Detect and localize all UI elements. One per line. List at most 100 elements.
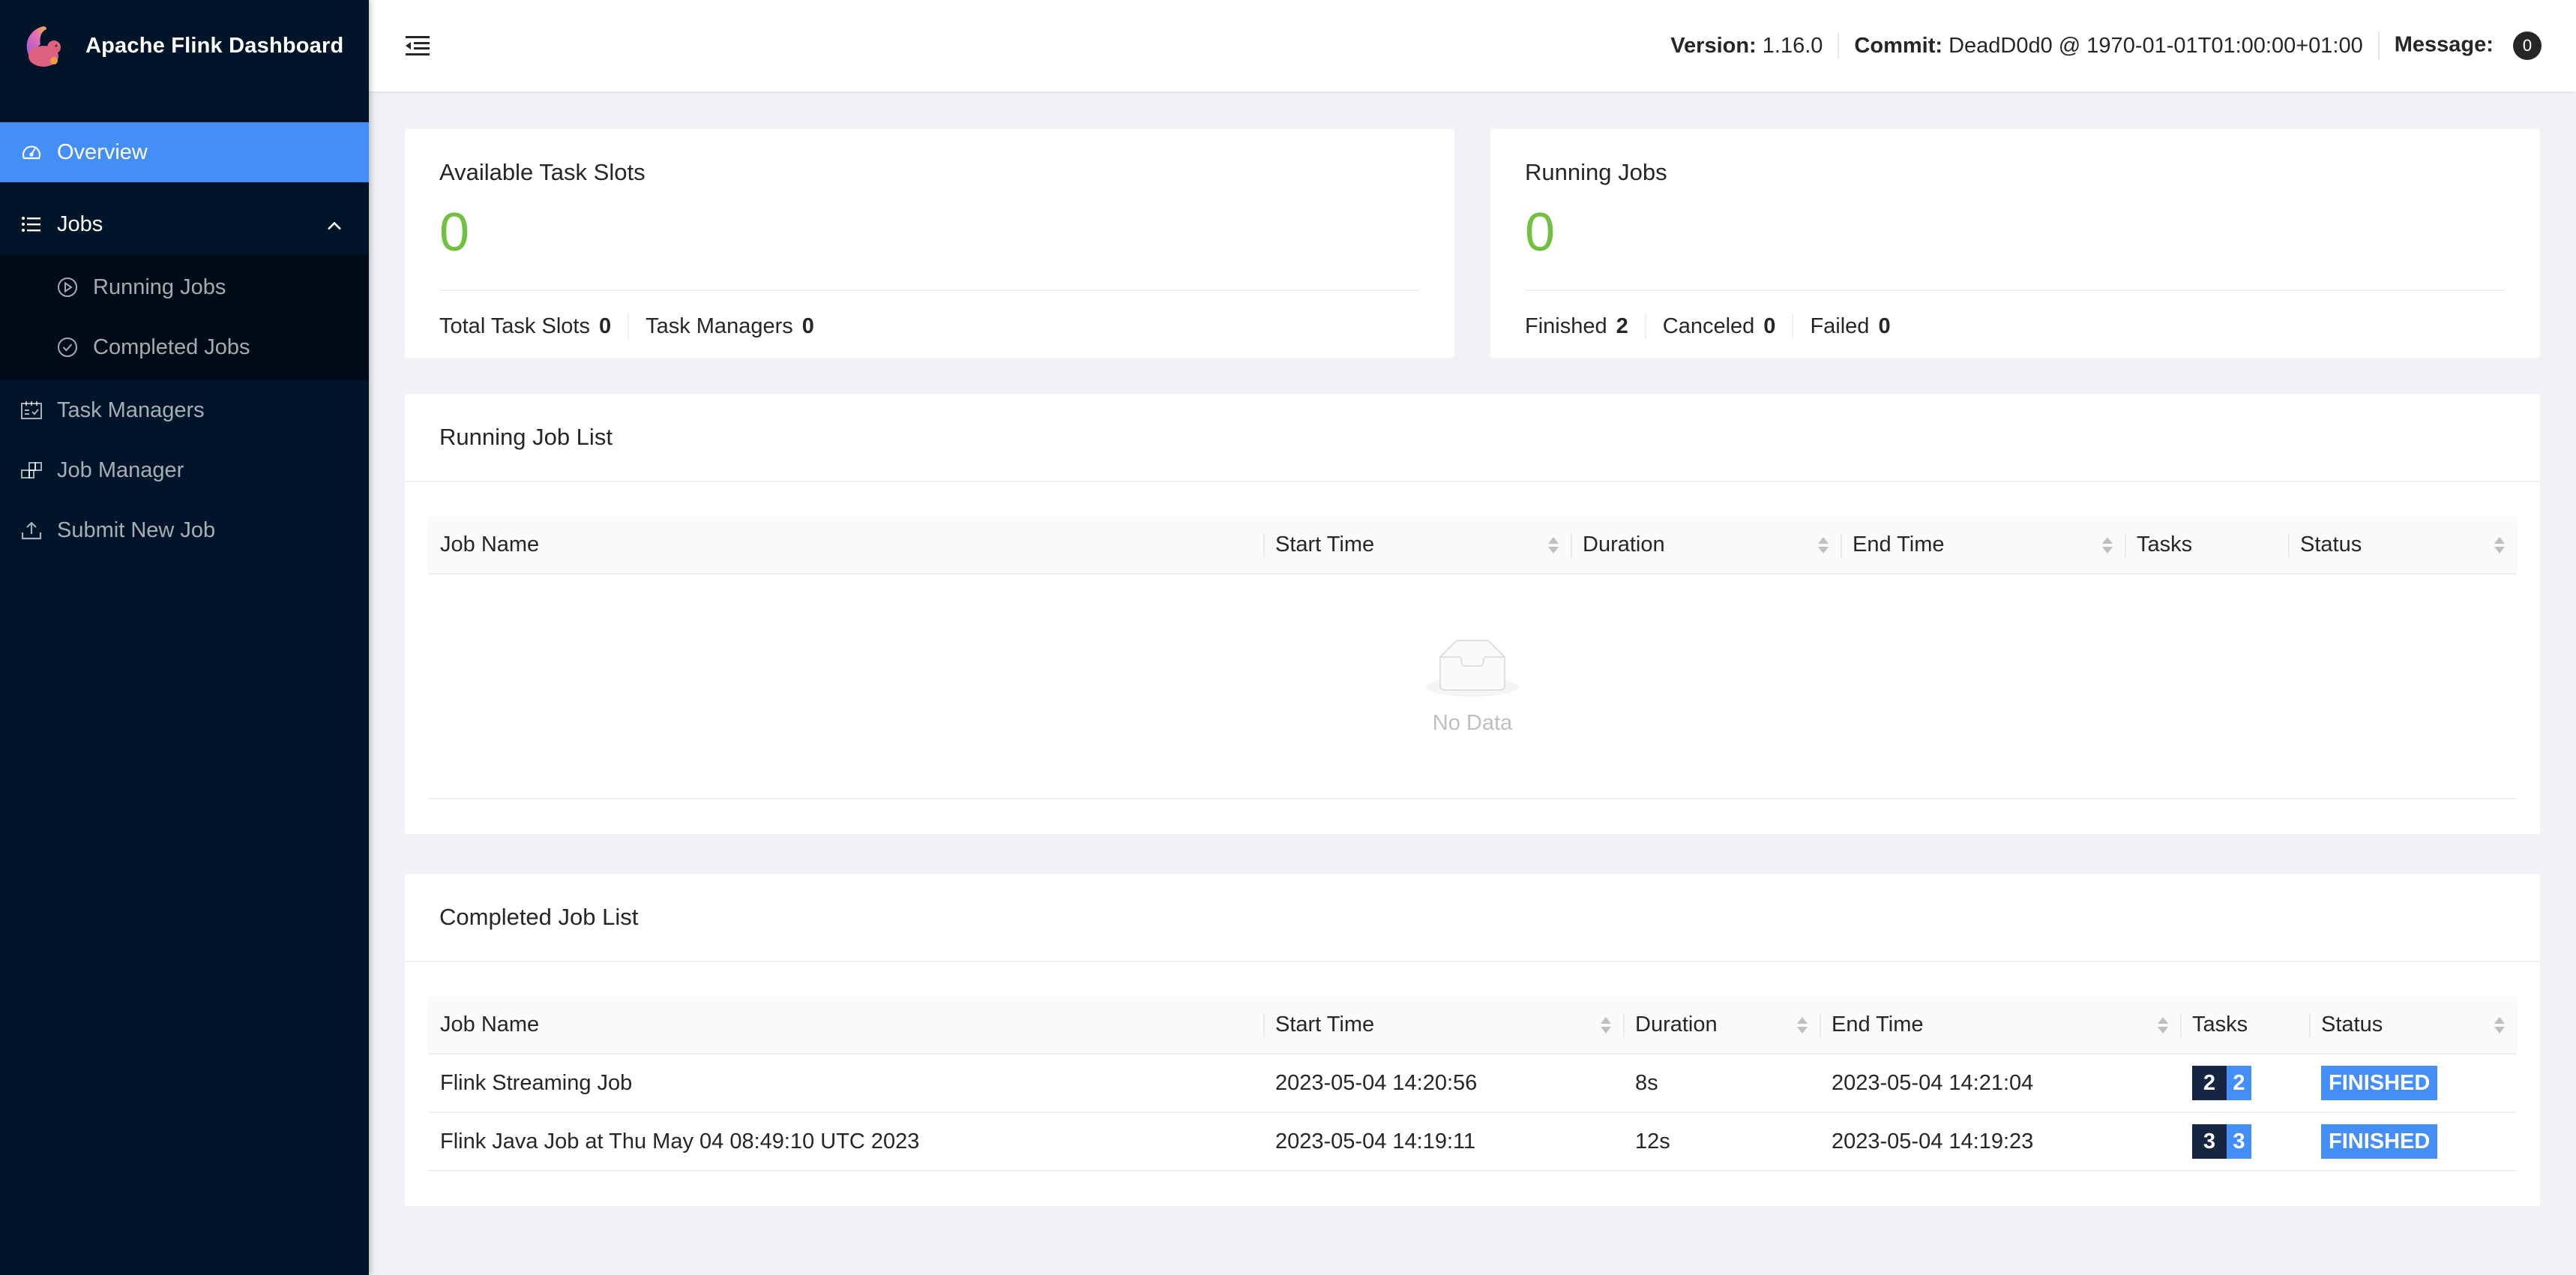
sidebar-menu: Overview Jobs Running Jobs Completed Job… bbox=[0, 122, 369, 560]
status-cell: FINISHED bbox=[2309, 1054, 2517, 1113]
task-managers-stat: Task Managers 0 bbox=[628, 314, 831, 339]
column-header-start-time[interactable]: Start Time bbox=[1263, 517, 1571, 574]
available-task-slots-card: Available Task Slots 0 Total Task Slots 0… bbox=[405, 129, 1454, 358]
running-job-table: Job Name Start Time Duration End Time Ta… bbox=[428, 517, 2517, 574]
sidebar-item-task-managers[interactable]: Task Managers bbox=[0, 380, 369, 440]
empty-state: No Data bbox=[428, 574, 2517, 800]
column-header-start-time[interactable]: Start Time bbox=[1263, 997, 1623, 1054]
table-row[interactable]: Flink Java Job at Thu May 04 08:49:10 UT… bbox=[428, 1112, 2517, 1172]
column-header-duration[interactable]: Duration bbox=[1623, 997, 1820, 1054]
column-header-tasks: Tasks bbox=[2180, 997, 2309, 1054]
version-label: Version: bbox=[1670, 34, 1757, 58]
finished-stat: Finished 2 bbox=[1525, 314, 1645, 339]
column-header-end-time[interactable]: End Time bbox=[1820, 997, 2180, 1054]
brand[interactable]: Apache Flink Dashboard bbox=[0, 0, 369, 92]
sidebar-item-running-jobs[interactable]: Running Jobs bbox=[0, 257, 369, 317]
stat-value: 2 bbox=[1616, 314, 1628, 338]
total-task-slots-stat: Total Task Slots 0 bbox=[439, 314, 628, 339]
upload-icon bbox=[21, 520, 42, 541]
column-header-status[interactable]: Status bbox=[2309, 997, 2517, 1054]
sort-icon[interactable] bbox=[1818, 536, 1829, 554]
commit-label: Commit: bbox=[1854, 34, 1943, 58]
completed-job-table: Job Name Start Time Duration End Time Ta… bbox=[428, 997, 2517, 1172]
sidebar-item-label: Running Jobs bbox=[93, 274, 226, 299]
stat-label: Failed bbox=[1810, 314, 1870, 338]
commit-value: DeadD0d0 @ 1970-01-01T01:00:00+01:00 bbox=[1948, 34, 2363, 58]
tasks-cell: 2 2 bbox=[2180, 1054, 2309, 1113]
tasks-finished: 3 bbox=[2227, 1124, 2251, 1159]
sidebar-item-jobs[interactable]: Jobs bbox=[0, 194, 369, 254]
message-info[interactable]: Message: 0 bbox=[2377, 32, 2557, 60]
stat-value: 0 bbox=[801, 314, 814, 338]
card-footer: Finished 2 Canceled 0 Failed 0 bbox=[1525, 314, 2506, 339]
running-job-table-wrapper: Job Name Start Time Duration End Time Ta… bbox=[405, 482, 2540, 834]
completed-job-list-card: Completed Job List Job Name Start Time D… bbox=[405, 874, 2540, 1206]
sidebar-item-label: Jobs bbox=[57, 212, 103, 236]
job-name-cell: Flink Java Job at Thu May 04 08:49:10 UT… bbox=[428, 1112, 1263, 1172]
sidebar-item-job-manager[interactable]: Job Manager bbox=[0, 440, 369, 500]
card-title: Running Jobs bbox=[1525, 159, 1667, 185]
stat-value: 0 bbox=[1878, 314, 1891, 338]
column-header-duration[interactable]: Duration bbox=[1571, 517, 1841, 574]
start-time-cell: 2023-05-04 14:20:56 bbox=[1263, 1054, 1623, 1113]
column-header-end-time[interactable]: End Time bbox=[1841, 517, 2125, 574]
sidebar-item-label: Task Managers bbox=[57, 398, 205, 422]
sidebar-item-label: Overview bbox=[57, 140, 148, 164]
header-info: Version: 1.16.0 Commit: DeadD0d0 @ 1970-… bbox=[1655, 32, 2576, 60]
start-time-cell: 2023-05-04 14:19:11 bbox=[1263, 1112, 1623, 1172]
status-badge: FINISHED bbox=[2321, 1066, 2438, 1100]
sort-icon[interactable] bbox=[2494, 1016, 2505, 1034]
sort-icon[interactable] bbox=[2158, 1016, 2168, 1034]
sidebar-item-overview[interactable]: Overview bbox=[0, 122, 369, 182]
running-jobs-value: 0 bbox=[1525, 202, 1556, 262]
message-label: Message: bbox=[2394, 32, 2494, 57]
status-badge: FINISHED bbox=[2321, 1124, 2438, 1159]
top-header: Version: 1.16.0 Commit: DeadD0d0 @ 1970-… bbox=[369, 0, 2576, 92]
column-header-job-name: Job Name bbox=[428, 517, 1263, 574]
tasks-finished: 2 bbox=[2227, 1066, 2251, 1100]
stat-label: Total Task Slots bbox=[439, 314, 590, 338]
stat-value: 0 bbox=[598, 314, 612, 338]
duration-cell: 8s bbox=[1623, 1054, 1820, 1113]
divider bbox=[1525, 290, 2506, 291]
running-jobs-card: Running Jobs 0 Finished 2 Canceled 0 Faile… bbox=[1490, 129, 2540, 358]
stat-label: Finished bbox=[1525, 314, 1607, 338]
build-icon bbox=[21, 460, 42, 481]
sort-icon[interactable] bbox=[1548, 536, 1559, 554]
dashboard-icon bbox=[21, 142, 42, 163]
table-header-row: Job Name Start Time Duration End Time Ta… bbox=[428, 997, 2517, 1054]
commit-info: Commit: DeadD0d0 @ 1970-01-01T01:00:00+0… bbox=[1838, 33, 2377, 58]
tasks-badge: 3 3 bbox=[2192, 1124, 2251, 1159]
check-circle-icon bbox=[57, 337, 78, 358]
stat-label: Task Managers bbox=[645, 314, 793, 338]
empty-inbox-icon bbox=[1426, 639, 1519, 697]
sidebar-item-submit-new-job[interactable]: Submit New Job bbox=[0, 500, 369, 560]
menu-fold-icon[interactable] bbox=[405, 34, 430, 57]
tasks-badge: 2 2 bbox=[2192, 1066, 2251, 1100]
sidebar-item-completed-jobs[interactable]: Completed Jobs bbox=[0, 317, 369, 377]
schedule-icon bbox=[21, 400, 42, 421]
flink-logo-icon bbox=[26, 26, 61, 67]
failed-stat: Failed 0 bbox=[1792, 314, 1907, 339]
stat-value: 0 bbox=[1763, 314, 1776, 338]
job-name-cell: Flink Streaming Job bbox=[428, 1054, 1263, 1113]
sidebar-item-label: Completed Jobs bbox=[93, 334, 250, 359]
message-count-badge[interactable]: 0 bbox=[2513, 32, 2542, 60]
table-row[interactable]: Flink Streaming Job 2023-05-04 14:20:56 … bbox=[428, 1054, 2517, 1113]
sort-icon[interactable] bbox=[2494, 536, 2505, 554]
end-time-cell: 2023-05-04 14:21:04 bbox=[1820, 1054, 2180, 1113]
table-header-row: Job Name Start Time Duration End Time Ta… bbox=[428, 517, 2517, 574]
canceled-stat: Canceled 0 bbox=[1644, 314, 1793, 339]
chevron-up-icon bbox=[327, 212, 342, 237]
completed-job-table-wrapper: Job Name Start Time Duration End Time Ta… bbox=[405, 962, 2540, 1206]
sort-icon[interactable] bbox=[2102, 536, 2113, 554]
sort-icon[interactable] bbox=[1601, 1016, 1611, 1034]
column-header-status[interactable]: Status bbox=[2288, 517, 2517, 574]
running-job-list-card: Running Job List Job Name Start Time Dur… bbox=[405, 394, 2540, 834]
sort-icon[interactable] bbox=[1797, 1016, 1808, 1034]
empty-text: No Data bbox=[1432, 710, 1513, 735]
card-title: Running Job List bbox=[405, 394, 2540, 482]
sidebar-item-label: Submit New Job bbox=[57, 518, 216, 542]
unordered-list-icon bbox=[21, 214, 42, 235]
column-header-tasks: Tasks bbox=[2125, 517, 2288, 574]
